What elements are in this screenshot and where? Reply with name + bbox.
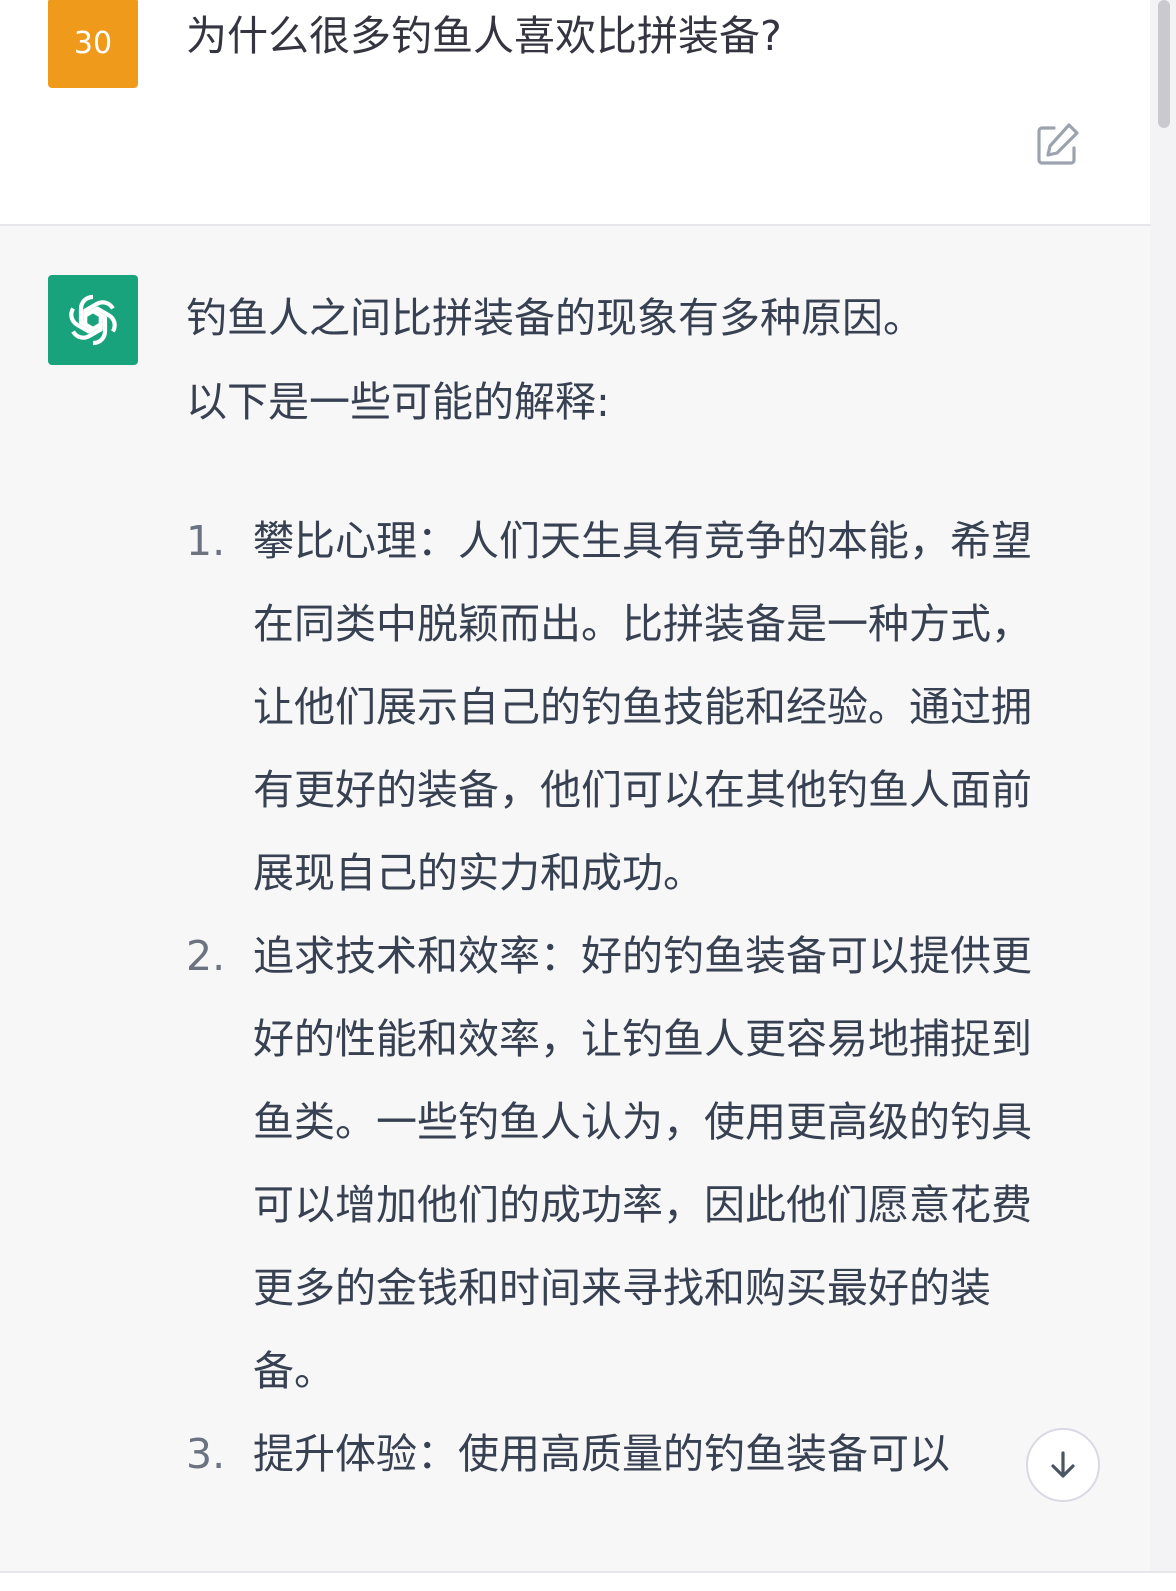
intro-line-2: 以下是一些可能的解释: <box>186 378 610 426</box>
assistant-avatar <box>48 275 138 365</box>
assistant-intro: 钓鱼人之间比拼装备的现象有多种原因。 以下是一些可能的解释: <box>186 276 1066 444</box>
user-avatar: 30 <box>48 0 138 88</box>
openai-logo-icon <box>69 294 117 346</box>
scrollbar-thumb[interactable] <box>1158 0 1170 128</box>
reasons-list: 1. 攀比心理：人们天生具有竞争的本能，希望在同类中脱颖而出。比拼装备是一种方式… <box>186 500 1066 1496</box>
list-item: 2. 追求技术和效率：好的钓鱼装备可以提供更好的性能和效率，让钓鱼人更容易地捕捉… <box>186 915 1066 1413</box>
list-item-text: 攀比心理：人们天生具有竞争的本能，希望在同类中脱颖而出。比拼装备是一种方式，让他… <box>253 517 1032 897</box>
arrow-down-icon <box>1051 1451 1075 1478</box>
user-message-text: 为什么很多钓鱼人喜欢比拼装备? <box>186 12 782 60</box>
user-avatar-text: 30 <box>73 25 113 61</box>
list-item-text: 追求技术和效率：好的钓鱼装备可以提供更好的性能和效率，让钓鱼人更容易地捕捉到鱼类… <box>253 932 1032 1395</box>
list-item: 3. 提升体验：使用高质量的钓鱼装备可以 <box>186 1413 1066 1496</box>
list-item-number: 2. <box>186 932 226 980</box>
scrollbar-track[interactable] <box>1150 0 1176 1591</box>
list-item-text: 提升体验：使用高质量的钓鱼装备可以 <box>253 1430 950 1478</box>
user-message: 30 为什么很多钓鱼人喜欢比拼装备? <box>0 0 1150 226</box>
list-item-number: 3. <box>186 1430 226 1478</box>
scroll-to-bottom-button[interactable] <box>1026 1428 1100 1502</box>
bottom-bar <box>0 1571 1176 1591</box>
assistant-message: 钓鱼人之间比拼装备的现象有多种原因。 以下是一些可能的解释: 1. 攀比心理：人… <box>0 226 1150 1571</box>
list-item: 1. 攀比心理：人们天生具有竞争的本能，希望在同类中脱颖而出。比拼装备是一种方式… <box>186 500 1066 915</box>
edit-icon[interactable] <box>1032 120 1082 170</box>
intro-line-1: 钓鱼人之间比拼装备的现象有多种原因。 <box>186 294 924 342</box>
list-item-number: 1. <box>186 517 226 565</box>
